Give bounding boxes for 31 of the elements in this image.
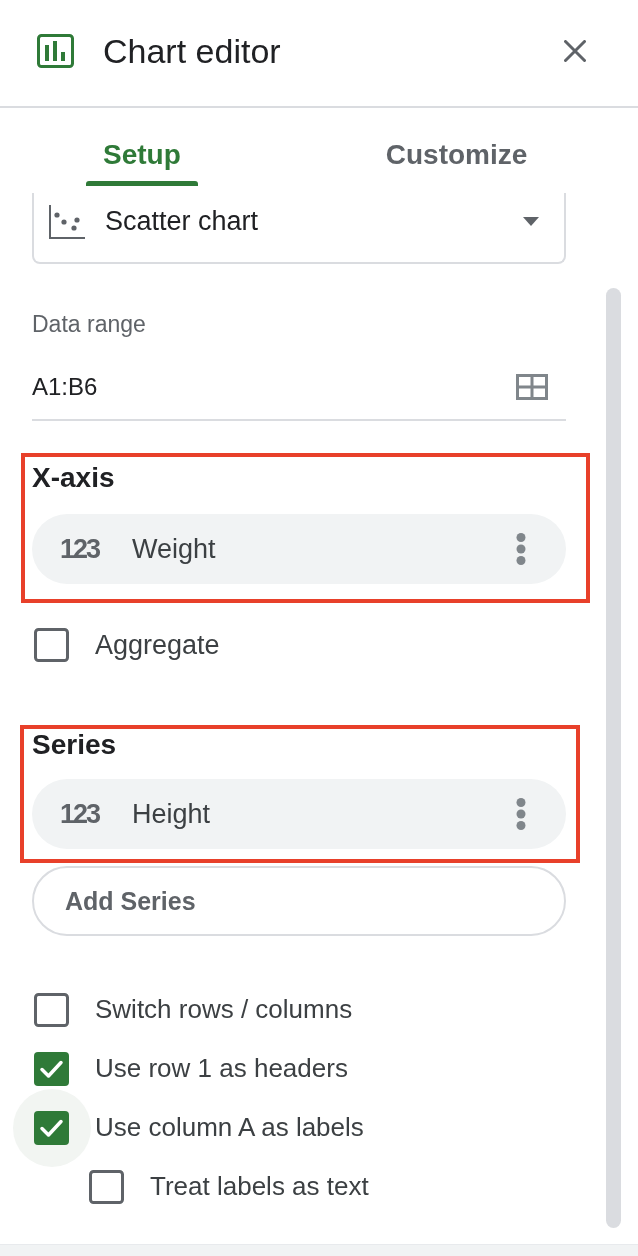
scatter-chart-icon [49, 204, 85, 239]
close-icon[interactable] [564, 40, 586, 62]
more-options-icon[interactable] [516, 798, 526, 830]
checkbox[interactable] [34, 992, 69, 1027]
tab[interactable]: Setup [86, 108, 198, 193]
scrollbar-thumb[interactable] [606, 288, 621, 1228]
field-chip[interactable]: 123 Weight [32, 514, 566, 584]
checkbox-label: Use row 1 as headers [95, 1053, 348, 1084]
checkbox[interactable] [89, 1169, 124, 1204]
chart-icon [37, 34, 74, 68]
add-series-button[interactable]: Add Series [32, 866, 566, 936]
panel-title: Chart editor [103, 31, 282, 71]
checkbox-label: Switch rows / columns [95, 994, 353, 1025]
chart-type-dropdown[interactable]: Scatter chart [32, 193, 566, 264]
checkbox[interactable] [34, 1051, 69, 1086]
more-options-icon[interactable] [516, 533, 526, 565]
checkbox[interactable] [34, 1110, 69, 1145]
checkbox-label: Aggregate [95, 629, 220, 661]
field-label: Data range [32, 310, 147, 338]
field-chip[interactable]: 123 Height [32, 779, 566, 849]
grid-icon[interactable] [516, 374, 548, 400]
number-type-label: 123 [60, 798, 100, 830]
caret-icon [523, 217, 539, 226]
number-type-label: 123 [60, 533, 100, 565]
checkbox-label: Use column A as labels [95, 1112, 364, 1143]
checkbox-label: Treat labels as text [150, 1171, 369, 1202]
section-heading: Series [32, 729, 118, 761]
section-heading: X-axis [32, 462, 116, 494]
tab[interactable]: Customize [368, 108, 545, 193]
data-range-field[interactable]: A1:B6 [32, 355, 566, 421]
checkbox[interactable] [34, 628, 69, 662]
